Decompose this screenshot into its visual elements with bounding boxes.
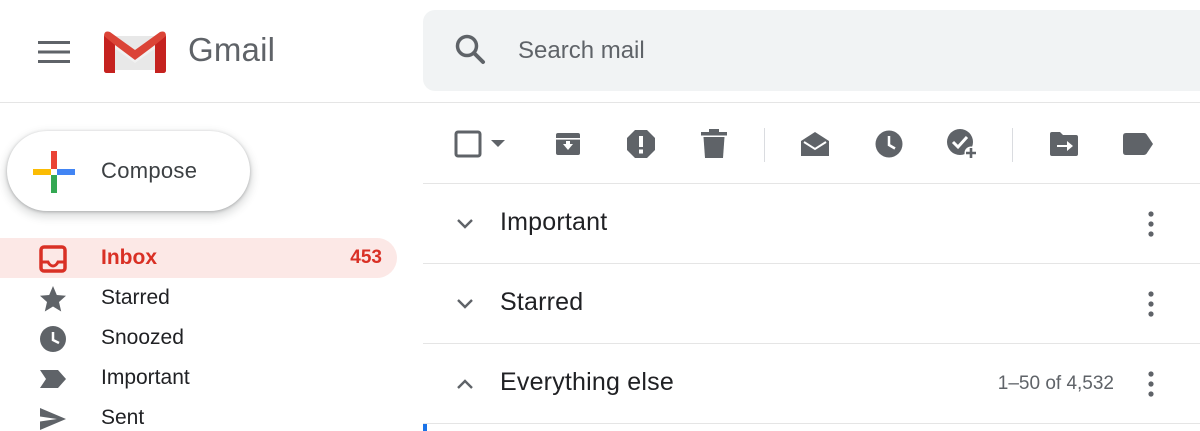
gmail-logo-icon[interactable] <box>102 28 168 74</box>
selection-indicator <box>423 424 427 431</box>
sidebar-item-label: Important <box>101 366 190 389</box>
caret-down-icon <box>491 140 505 147</box>
add-to-tasks-button[interactable] <box>944 126 980 162</box>
sidebar-item-sent[interactable]: Sent <box>0 398 397 431</box>
star-icon <box>40 286 66 312</box>
move-to-button[interactable] <box>1046 126 1082 162</box>
compose-plus-icon <box>33 151 75 193</box>
sidebar-item-snoozed[interactable]: Snoozed <box>0 318 397 358</box>
main-menu-button[interactable] <box>30 28 78 76</box>
chevron-up-icon[interactable] <box>453 372 477 396</box>
checkbox-icon <box>454 130 482 158</box>
archive-button[interactable] <box>550 126 586 162</box>
sidebar-item-label: Starred <box>101 286 170 309</box>
delete-button[interactable] <box>696 126 732 162</box>
search-bar <box>423 10 1200 91</box>
labels-button[interactable] <box>1120 126 1156 162</box>
sidebar-item-label: Snoozed <box>101 326 184 349</box>
archive-icon <box>556 133 580 155</box>
app-name: Gmail <box>188 31 276 68</box>
add-task-icon <box>947 129 978 160</box>
more-vert-icon <box>1148 371 1154 397</box>
section-title: Everything else <box>500 368 674 396</box>
section-more-button[interactable] <box>1136 208 1166 240</box>
unread-count: 453 <box>350 247 382 268</box>
select-dropdown[interactable] <box>483 126 513 162</box>
section-title: Starred <box>500 288 584 316</box>
report-spam-icon <box>627 130 655 158</box>
report-spam-button[interactable] <box>623 126 659 162</box>
snooze-button[interactable] <box>871 126 907 162</box>
label-icon <box>1123 133 1153 155</box>
section-everything-else[interactable]: Everything else 1–50 of 4,532 <box>423 344 1200 424</box>
more-vert-icon <box>1148 291 1154 317</box>
mail-toolbar <box>423 104 1200 184</box>
toolbar-divider <box>764 128 765 162</box>
section-more-button[interactable] <box>1136 288 1166 320</box>
mark-as-read-button[interactable] <box>797 126 833 162</box>
pagination-range: 1–50 of 4,532 <box>997 373 1114 394</box>
search-input[interactable] <box>518 32 1118 70</box>
clock-icon <box>40 326 66 352</box>
top-header: Gmail <box>0 0 1200 103</box>
select-all-checkbox[interactable] <box>450 126 486 162</box>
sidebar-item-inbox[interactable]: Inbox 453 <box>0 238 397 278</box>
sidebar-item-important[interactable]: Important <box>0 358 397 398</box>
compose-button[interactable]: Compose <box>7 131 250 211</box>
section-starred[interactable]: Starred <box>423 264 1200 344</box>
delete-icon <box>701 129 727 158</box>
mark-read-icon <box>801 132 829 156</box>
hamburger-menu-icon <box>38 41 70 63</box>
sidebar-item-label: Inbox <box>101 246 157 269</box>
chevron-down-icon[interactable] <box>453 292 477 316</box>
toolbar-divider <box>1012 128 1013 162</box>
section-more-button[interactable] <box>1136 368 1166 400</box>
chevron-down-icon[interactable] <box>453 212 477 236</box>
compose-label: Compose <box>101 158 198 183</box>
more-vert-icon <box>1148 211 1154 237</box>
sidebar-item-starred[interactable]: Starred <box>0 278 397 318</box>
inbox-icon <box>39 245 67 273</box>
move-to-icon <box>1050 132 1078 156</box>
snooze-icon <box>875 130 903 158</box>
sidebar-item-label: Sent <box>101 406 145 429</box>
send-icon <box>40 408 66 430</box>
section-title: Important <box>500 208 608 236</box>
search-icon[interactable] <box>453 32 489 68</box>
section-important[interactable]: Important <box>423 184 1200 264</box>
important-icon <box>40 370 66 388</box>
